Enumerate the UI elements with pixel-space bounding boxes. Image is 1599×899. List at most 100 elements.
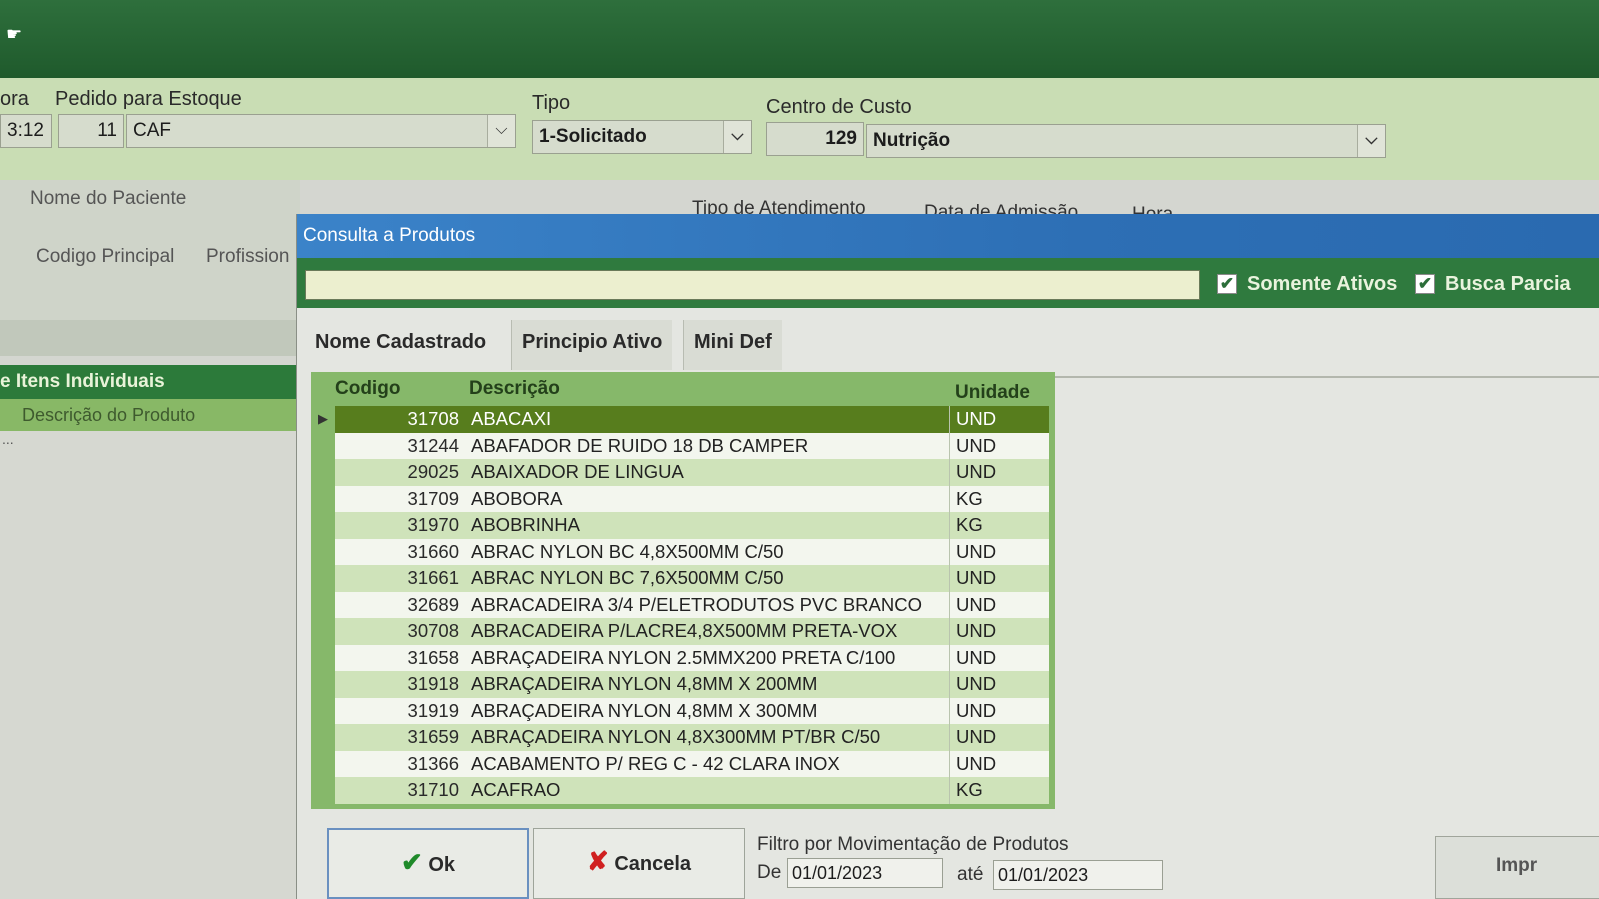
ok-label: Ok [428, 854, 456, 876]
row-indicator [311, 724, 335, 751]
nome-paciente-label: Nome do Paciente [30, 188, 187, 209]
cell-unidade: UND [949, 750, 1049, 777]
tab-principio-ativo[interactable]: Principio Ativo [511, 320, 673, 370]
cell-unidade: UND [949, 724, 1049, 751]
search-input[interactable] [305, 270, 1200, 300]
column-header-codigo[interactable]: Codigo [335, 372, 400, 406]
cell-descricao: ABAIXADOR DE LINGUA [471, 461, 684, 482]
cell-codigo: 31366 [407, 752, 459, 774]
cell-descricao: ABACAXI [471, 408, 552, 429]
cell-descricao: ACABAMENTO P/ REG C - 42 CLARA INOX [471, 752, 840, 774]
row-indicator [311, 432, 335, 459]
table-row[interactable]: 31970 ABOBRINHA KG [311, 512, 1055, 539]
products-grid[interactable]: Codigo Descrição Unidade ▶ 31708 ABACAXI UN… [311, 372, 1055, 809]
table-row[interactable]: 31659 ABRAÇADEIRA NYLON 4,8X300MM PT/BR C… [311, 724, 1055, 751]
table-row[interactable]: 31366 ACABAMENTO P/ REG C - 42 CLARA INOX… [311, 750, 1055, 777]
row-pointer-icon: ▶ [311, 406, 335, 433]
cell-descricao: ABRACADEIRA P/LACRE4,8X500MM PRETA-VOX [471, 620, 898, 641]
somente-ativos-label: Somente Ativos [1247, 273, 1398, 295]
centro-select-value: Nutrição [873, 130, 951, 151]
table-row[interactable]: 31710 ACAFRAO KG [311, 777, 1055, 804]
row-indicator [311, 538, 335, 565]
app-title-bar: ☛ [0, 0, 1599, 78]
cell-descricao: ABAFADOR DE RUIDO 18 DB CAMPER [471, 434, 809, 456]
date-to-field[interactable]: 01/01/2023 [993, 860, 1163, 890]
tipo-select[interactable]: 1-Solicitado ⌵ [532, 120, 752, 154]
cancel-button[interactable]: ✘ Cancela [533, 828, 745, 899]
order-header: ora 3:12 Pedido para Estoque 11 CAF ⌵ Ti… [0, 78, 1599, 180]
cell-unidade: UND [949, 697, 1049, 724]
pedido-label: Pedido para Estoque [55, 88, 242, 110]
centro-label: Centro de Custo [766, 96, 912, 118]
date-from-field[interactable]: 01/01/2023 [787, 858, 943, 888]
patient-panel: Nome do Paciente Codigo Principal Profis… [0, 180, 300, 320]
table-row[interactable]: 31918 ABRAÇADEIRA NYLON 4,8MM X 200MM UND [311, 671, 1055, 698]
busca-parcial-label: Busca Parcia [1445, 273, 1571, 295]
search-bar: ✔ Somente Ativos ✔ Busca Parcia [297, 258, 1599, 308]
print-button[interactable]: Impr [1435, 836, 1599, 899]
row-indicator [311, 591, 335, 618]
centro-code-field[interactable]: 129 [766, 122, 864, 156]
consulta-produtos-dialog: Consulta a Produtos ✔ Somente Ativos ✔ B… [296, 214, 1599, 899]
ok-button[interactable]: ✔ Ok [327, 828, 529, 899]
cell-unidade: KG [949, 485, 1049, 512]
app-icon: ☛ [6, 24, 23, 44]
tipo-label: Tipo [532, 92, 571, 114]
column-header-unidade[interactable]: Unidade [955, 376, 1030, 410]
codigo-principal-label: Codigo Principal [36, 246, 175, 267]
tab-nome-cadastrado[interactable]: Nome Cadastrado [305, 320, 497, 370]
chevron-down-icon[interactable]: ⌵ [1357, 125, 1385, 157]
chevron-down-icon[interactable]: ⌵ [487, 115, 515, 147]
itens-individuais-header: e Itens Individuais [0, 365, 305, 399]
close-icon: ✘ [586, 846, 609, 876]
row-indicator [311, 565, 335, 592]
hora-label: ora [0, 88, 29, 110]
hora-field[interactable]: 3:12 [0, 114, 52, 148]
table-row[interactable]: 30708 ABRACADEIRA P/LACRE4,8X500MM PRETA-… [311, 618, 1055, 645]
cell-unidade: UND [949, 618, 1049, 645]
somente-ativos-checkbox[interactable]: ✔ [1217, 274, 1237, 294]
cell-codigo: 31658 [407, 646, 459, 668]
table-row[interactable]: 31919 ABRAÇADEIRA NYLON 4,8MM X 300MM UND [311, 697, 1055, 724]
ate-label: até [957, 864, 984, 885]
table-row[interactable]: 29025 ABAIXADOR DE LINGUA UND [311, 459, 1055, 486]
cell-codigo: 31918 [407, 673, 459, 694]
row-indicator [311, 618, 335, 645]
chevron-down-icon[interactable]: ⌵ [723, 121, 751, 153]
cell-unidade: UND [949, 671, 1049, 698]
cell-codigo: 31659 [407, 726, 459, 747]
check-icon: ✔ [400, 847, 423, 877]
ellipsis-button[interactable]: ... [2, 431, 14, 447]
table-row[interactable]: ▶ 31708 ABACAXI UND [311, 406, 1055, 433]
separator-band [0, 320, 300, 356]
cell-codigo: 31710 [407, 779, 459, 800]
cell-unidade: UND [949, 459, 1049, 486]
table-row[interactable]: 31661 ABRAC NYLON BC 7,6X500MM C/50 UND [311, 565, 1055, 592]
cell-descricao: ABRAC NYLON BC 7,6X500MM C/50 [471, 567, 784, 588]
cell-descricao: ABRACADEIRA 3/4 P/ELETRODUTOS PVC BRANCO [471, 593, 922, 615]
table-row[interactable]: 31658 ABRAÇADEIRA NYLON 2.5MMX200 PRETA C… [311, 644, 1055, 671]
cell-codigo: 32689 [407, 593, 459, 615]
cell-unidade: UND [949, 432, 1049, 459]
itens-grid[interactable]: ... [0, 431, 305, 899]
descricao-produto-column[interactable]: Descrição do Produto [0, 399, 305, 431]
profissional-label: Profission [206, 246, 290, 267]
cell-descricao: ABRAC NYLON BC 4,8X500MM C/50 [471, 540, 784, 562]
table-row[interactable]: 32689 ABRACADEIRA 3/4 P/ELETRODUTOS PVC B… [311, 591, 1055, 618]
pedido-code-field[interactable]: 11 [58, 114, 124, 148]
tab-mini-def[interactable]: Mini Def [683, 320, 782, 370]
cell-descricao: ABOBORA [471, 487, 563, 509]
table-row[interactable]: 31660 ABRAC NYLON BC 4,8X500MM C/50 UND [311, 538, 1055, 565]
table-row[interactable]: 31709 ABOBORA KG [311, 485, 1055, 512]
cell-unidade: UND [949, 406, 1049, 433]
centro-select[interactable]: Nutrição ⌵ [866, 124, 1386, 158]
column-header-descricao[interactable]: Descrição [469, 372, 560, 406]
cell-unidade: UND [949, 591, 1049, 618]
table-row[interactable]: 31244 ABAFADOR DE RUIDO 18 DB CAMPER UND [311, 432, 1055, 459]
cell-codigo: 29025 [407, 461, 459, 482]
cell-codigo: 31919 [407, 699, 459, 721]
busca-parcial-checkbox[interactable]: ✔ [1415, 274, 1435, 294]
row-indicator [311, 485, 335, 512]
cell-unidade: UND [949, 644, 1049, 671]
pedido-select[interactable]: CAF ⌵ [126, 114, 516, 148]
